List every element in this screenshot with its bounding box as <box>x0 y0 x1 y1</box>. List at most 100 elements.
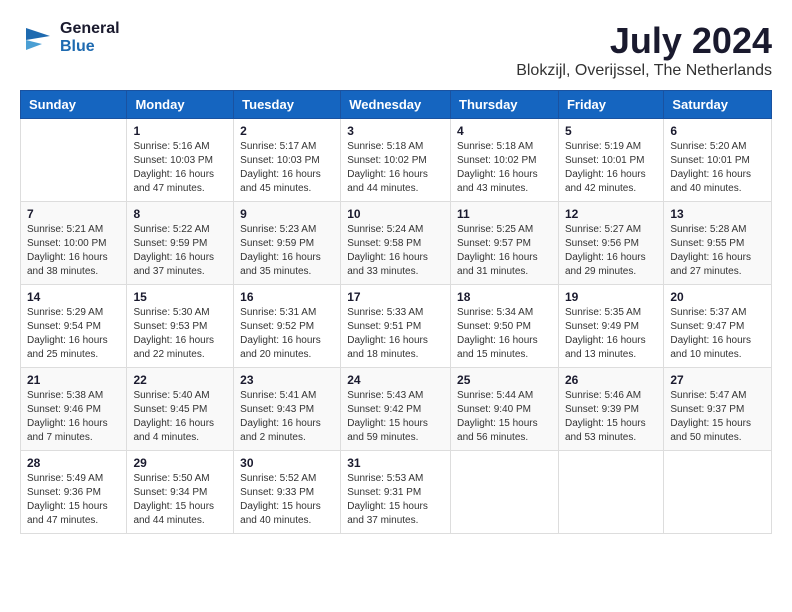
calendar-cell: 4 Sunrise: 5:18 AMSunset: 10:02 PMDayligh… <box>451 119 559 202</box>
calendar-cell: 2 Sunrise: 5:17 AMSunset: 10:03 PMDayligh… <box>234 119 341 202</box>
day-number: 24 <box>347 373 444 387</box>
day-number: 19 <box>565 290 657 304</box>
weekday-friday: Friday <box>558 91 663 119</box>
day-number: 31 <box>347 456 444 470</box>
day-number: 27 <box>670 373 765 387</box>
day-number: 12 <box>565 207 657 221</box>
day-number: 26 <box>565 373 657 387</box>
weekday-saturday: Saturday <box>664 91 772 119</box>
calendar-cell: 29 Sunrise: 5:50 AMSunset: 9:34 PMDayligh… <box>127 451 234 534</box>
calendar-cell: 31Sunrise: 5:53 AMSunset: 9:31 PMDayligh… <box>341 451 451 534</box>
day-number: 10 <box>347 207 444 221</box>
day-info: Sunrise: 5:28 AMSunset: 9:55 PMDaylight:… <box>670 223 765 279</box>
calendar-body: 1 Sunrise: 5:16 AMSunset: 10:03 PMDayligh… <box>21 119 772 534</box>
calendar-cell: 14 Sunrise: 5:29 AMSunset: 9:54 PMDayligh… <box>21 285 127 368</box>
calendar-cell: 23Sunrise: 5:41 AMSunset: 9:43 PMDayligh… <box>234 368 341 451</box>
day-info: Sunrise: 5:40 AMSunset: 9:45 PMDaylight:… <box>133 389 227 445</box>
day-info: Sunrise: 5:52 AMSunset: 9:33 PMDaylight:… <box>240 472 334 528</box>
day-info: Sunrise: 5:33 AMSunset: 9:51 PMDaylight:… <box>347 306 444 362</box>
weekday-header-row: SundayMondayTuesdayWednesdayThursdayFrid… <box>21 91 772 119</box>
calendar-cell: 18Sunrise: 5:34 AMSunset: 9:50 PMDayligh… <box>451 285 559 368</box>
day-number: 7 <box>27 207 120 221</box>
logo-general: General <box>60 20 120 38</box>
calendar-cell: 24 Sunrise: 5:43 AMSunset: 9:42 PMDayligh… <box>341 368 451 451</box>
day-info: Sunrise: 5:35 AMSunset: 9:49 PMDaylight:… <box>565 306 657 362</box>
day-number: 29 <box>133 456 227 470</box>
day-number: 1 <box>133 124 227 138</box>
calendar-cell: 19 Sunrise: 5:35 AMSunset: 9:49 PMDayligh… <box>558 285 663 368</box>
day-number: 11 <box>457 207 552 221</box>
logo-icon <box>20 20 56 56</box>
day-number: 21 <box>27 373 120 387</box>
calendar-cell: 20Sunrise: 5:37 AMSunset: 9:47 PMDayligh… <box>664 285 772 368</box>
day-info: Sunrise: 5:18 AMSunset: 10:02 PMDaylight… <box>347 140 444 196</box>
week-row-5: 28Sunrise: 5:49 AMSunset: 9:36 PMDayligh… <box>21 451 772 534</box>
calendar-cell: 17 Sunrise: 5:33 AMSunset: 9:51 PMDayligh… <box>341 285 451 368</box>
calendar-cell: 21 Sunrise: 5:38 AMSunset: 9:46 PMDayligh… <box>21 368 127 451</box>
day-info: Sunrise: 5:21 AMSunset: 10:00 PMDaylight… <box>27 223 120 279</box>
day-number: 28 <box>27 456 120 470</box>
day-info: Sunrise: 5:43 AMSunset: 9:42 PMDaylight:… <box>347 389 444 445</box>
calendar-cell: 26Sunrise: 5:46 AMSunset: 9:39 PMDayligh… <box>558 368 663 451</box>
day-number: 2 <box>240 124 334 138</box>
day-number: 13 <box>670 207 765 221</box>
week-row-1: 1 Sunrise: 5:16 AMSunset: 10:03 PMDayligh… <box>21 119 772 202</box>
calendar-cell: 16 Sunrise: 5:31 AMSunset: 9:52 PMDayligh… <box>234 285 341 368</box>
logo-blue: Blue <box>60 38 120 56</box>
calendar-cell <box>558 451 663 534</box>
day-info: Sunrise: 5:17 AMSunset: 10:03 PMDaylight… <box>240 140 334 196</box>
day-info: Sunrise: 5:30 AMSunset: 9:53 PMDaylight:… <box>133 306 227 362</box>
day-number: 14 <box>27 290 120 304</box>
calendar-cell: 10Sunrise: 5:24 AMSunset: 9:58 PMDayligh… <box>341 202 451 285</box>
day-number: 20 <box>670 290 765 304</box>
weekday-tuesday: Tuesday <box>234 91 341 119</box>
weekday-thursday: Thursday <box>451 91 559 119</box>
calendar-cell <box>451 451 559 534</box>
day-info: Sunrise: 5:25 AMSunset: 9:57 PMDaylight:… <box>457 223 552 279</box>
weekday-monday: Monday <box>127 91 234 119</box>
day-info: Sunrise: 5:44 AMSunset: 9:40 PMDaylight:… <box>457 389 552 445</box>
day-number: 16 <box>240 290 334 304</box>
day-number: 9 <box>240 207 334 221</box>
day-number: 5 <box>565 124 657 138</box>
day-info: Sunrise: 5:38 AMSunset: 9:46 PMDaylight:… <box>27 389 120 445</box>
day-number: 8 <box>133 207 227 221</box>
day-info: Sunrise: 5:47 AMSunset: 9:37 PMDaylight:… <box>670 389 765 445</box>
calendar-cell <box>664 451 772 534</box>
day-number: 30 <box>240 456 334 470</box>
month-title: July 2024 <box>516 20 772 62</box>
calendar-cell: 11 Sunrise: 5:25 AMSunset: 9:57 PMDayligh… <box>451 202 559 285</box>
calendar-table: SundayMondayTuesdayWednesdayThursdayFrid… <box>20 90 772 534</box>
calendar-cell: 30 Sunrise: 5:52 AMSunset: 9:33 PMDayligh… <box>234 451 341 534</box>
calendar-cell: 13 Sunrise: 5:28 AMSunset: 9:55 PMDayligh… <box>664 202 772 285</box>
calendar-cell: 15 Sunrise: 5:30 AMSunset: 9:53 PMDayligh… <box>127 285 234 368</box>
day-info: Sunrise: 5:23 AMSunset: 9:59 PMDaylight:… <box>240 223 334 279</box>
day-info: Sunrise: 5:19 AMSunset: 10:01 PMDaylight… <box>565 140 657 196</box>
calendar-cell: 6Sunrise: 5:20 AMSunset: 10:01 PMDayligh… <box>664 119 772 202</box>
day-info: Sunrise: 5:29 AMSunset: 9:54 PMDaylight:… <box>27 306 120 362</box>
day-info: Sunrise: 5:50 AMSunset: 9:34 PMDaylight:… <box>133 472 227 528</box>
calendar-cell: 1 Sunrise: 5:16 AMSunset: 10:03 PMDayligh… <box>127 119 234 202</box>
calendar-cell <box>21 119 127 202</box>
week-row-4: 21 Sunrise: 5:38 AMSunset: 9:46 PMDayligh… <box>21 368 772 451</box>
calendar-cell: 8Sunrise: 5:22 AMSunset: 9:59 PMDaylight… <box>127 202 234 285</box>
day-number: 15 <box>133 290 227 304</box>
day-info: Sunrise: 5:41 AMSunset: 9:43 PMDaylight:… <box>240 389 334 445</box>
day-info: Sunrise: 5:27 AMSunset: 9:56 PMDaylight:… <box>565 223 657 279</box>
logo: General Blue <box>20 20 120 56</box>
calendar-cell: 5 Sunrise: 5:19 AMSunset: 10:01 PMDayligh… <box>558 119 663 202</box>
day-info: Sunrise: 5:18 AMSunset: 10:02 PMDaylight… <box>457 140 552 196</box>
day-number: 22 <box>133 373 227 387</box>
day-number: 3 <box>347 124 444 138</box>
day-number: 17 <box>347 290 444 304</box>
day-info: Sunrise: 5:31 AMSunset: 9:52 PMDaylight:… <box>240 306 334 362</box>
calendar-cell: 9 Sunrise: 5:23 AMSunset: 9:59 PMDaylight… <box>234 202 341 285</box>
day-info: Sunrise: 5:16 AMSunset: 10:03 PMDaylight… <box>133 140 227 196</box>
location-title: Blokzijl, Overijssel, The Netherlands <box>516 62 772 80</box>
calendar-cell: 22 Sunrise: 5:40 AMSunset: 9:45 PMDayligh… <box>127 368 234 451</box>
weekday-sunday: Sunday <box>21 91 127 119</box>
day-number: 4 <box>457 124 552 138</box>
calendar-cell: 27 Sunrise: 5:47 AMSunset: 9:37 PMDayligh… <box>664 368 772 451</box>
calendar-cell: 12 Sunrise: 5:27 AMSunset: 9:56 PMDayligh… <box>558 202 663 285</box>
weekday-wednesday: Wednesday <box>341 91 451 119</box>
